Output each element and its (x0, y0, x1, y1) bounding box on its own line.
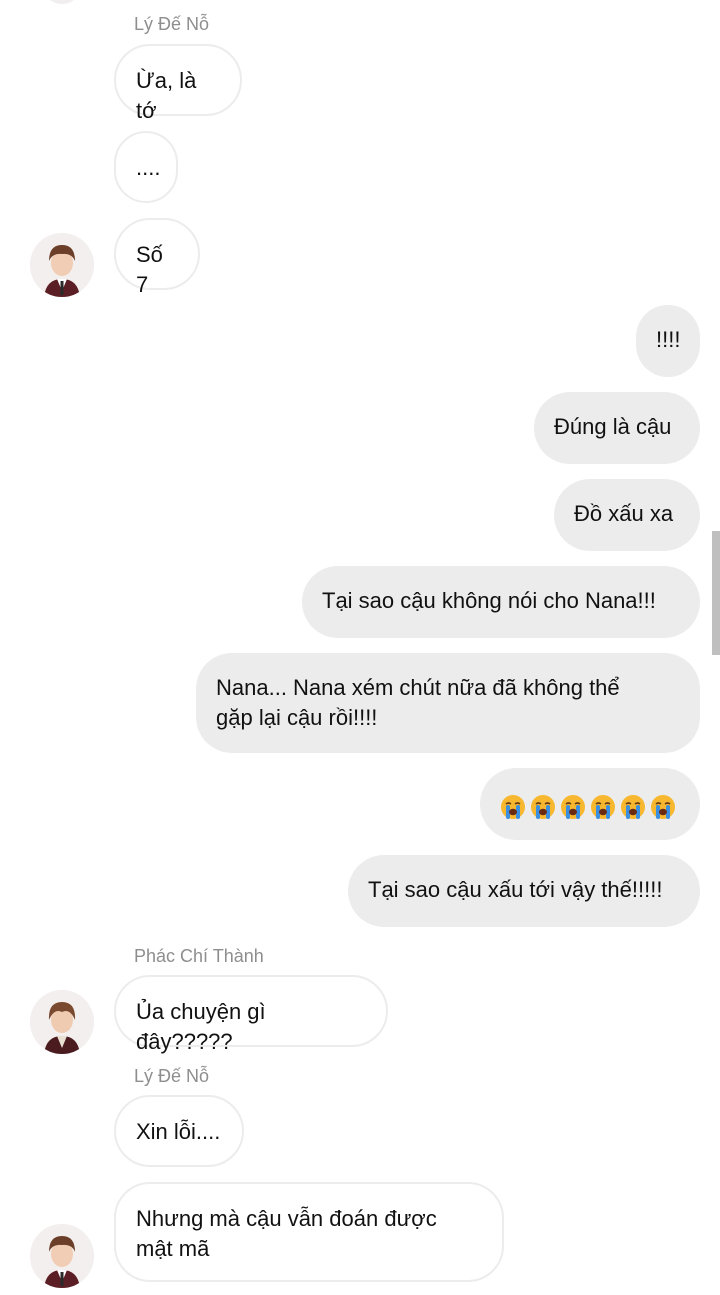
message-text-line: Nhưng mà cậu vẫn đoán được (136, 1206, 437, 1231)
message-text-line: Nana... Nana xém chút nữa đã không thể (216, 675, 620, 700)
message-bubble-outgoing[interactable]: Tại sao cậu không nói cho Nana!!! (302, 566, 700, 638)
message-text: Tại sao cậu không nói cho Nana!!! (322, 588, 656, 613)
message-bubble-incoming[interactable]: Số 7 (114, 218, 200, 297)
emoji-row (500, 793, 680, 820)
message-bubble-outgoing[interactable]: Nana... Nana xém chút nữa đã không thể g… (196, 653, 700, 753)
message-text: .... (136, 155, 161, 180)
loudly-crying-face-icon (591, 795, 615, 820)
avatar-partial[interactable] (42, 0, 82, 4)
message-bubble-outgoing[interactable]: Đồ xấu xa (554, 479, 700, 551)
message-bubble-incoming[interactable]: Ừa, là tớ (114, 44, 242, 123)
scrollbar-thumb[interactable] (712, 531, 720, 655)
sender-name: Phác Chí Thành (134, 946, 264, 966)
message-bubble-incoming[interactable]: Xin lỗi.... (114, 1095, 244, 1167)
sender-name: Lý Đế Nỗ (134, 14, 210, 34)
avatar[interactable] (30, 233, 94, 297)
loudly-crying-face-icon (621, 795, 645, 820)
message-bubble-incoming[interactable]: Nhưng mà cậu vẫn đoán được mật mã (114, 1182, 504, 1282)
message-bubble-incoming[interactable]: Ủa chuyện gì đây????? (114, 975, 388, 1054)
message-text: Ừa, là tớ (136, 68, 197, 123)
message-bubble-outgoing[interactable]: !!!! (636, 305, 700, 377)
message-text: Tại sao cậu xấu tới vậy thế!!!!! (368, 877, 663, 902)
message-text: Ủa chuyện gì đây????? (136, 999, 266, 1054)
loudly-crying-face-icon (501, 795, 525, 820)
message-bubble-outgoing[interactable]: Đúng là cậu (534, 392, 700, 464)
message-bubble-incoming[interactable]: .... (114, 131, 178, 203)
message-text: Số 7 (136, 242, 163, 297)
message-text-line: mật mã (136, 1236, 210, 1261)
loudly-crying-face-icon (531, 795, 555, 820)
avatar-photo-icon (30, 990, 94, 1054)
message-text-line: gặp lại cậu rồi!!!! (216, 705, 378, 730)
avatar[interactable] (30, 990, 94, 1054)
avatar-photo-icon (30, 1224, 94, 1288)
message-text: Đồ xấu xa (574, 501, 674, 526)
loudly-crying-face-icon (561, 795, 585, 820)
loudly-crying-face-icon (651, 795, 675, 820)
message-text: Xin lỗi.... (136, 1119, 221, 1144)
message-text: !!!! (656, 327, 681, 352)
message-bubble-outgoing[interactable]: Tại sao cậu xấu tới vậy thế!!!!! (348, 855, 700, 927)
message-bubble-outgoing[interactable] (480, 768, 700, 840)
avatar-photo-icon (30, 233, 94, 297)
avatar[interactable] (30, 1224, 94, 1288)
message-text: Đúng là cậu (554, 414, 672, 439)
sender-name: Lý Đế Nỗ (134, 1066, 210, 1086)
